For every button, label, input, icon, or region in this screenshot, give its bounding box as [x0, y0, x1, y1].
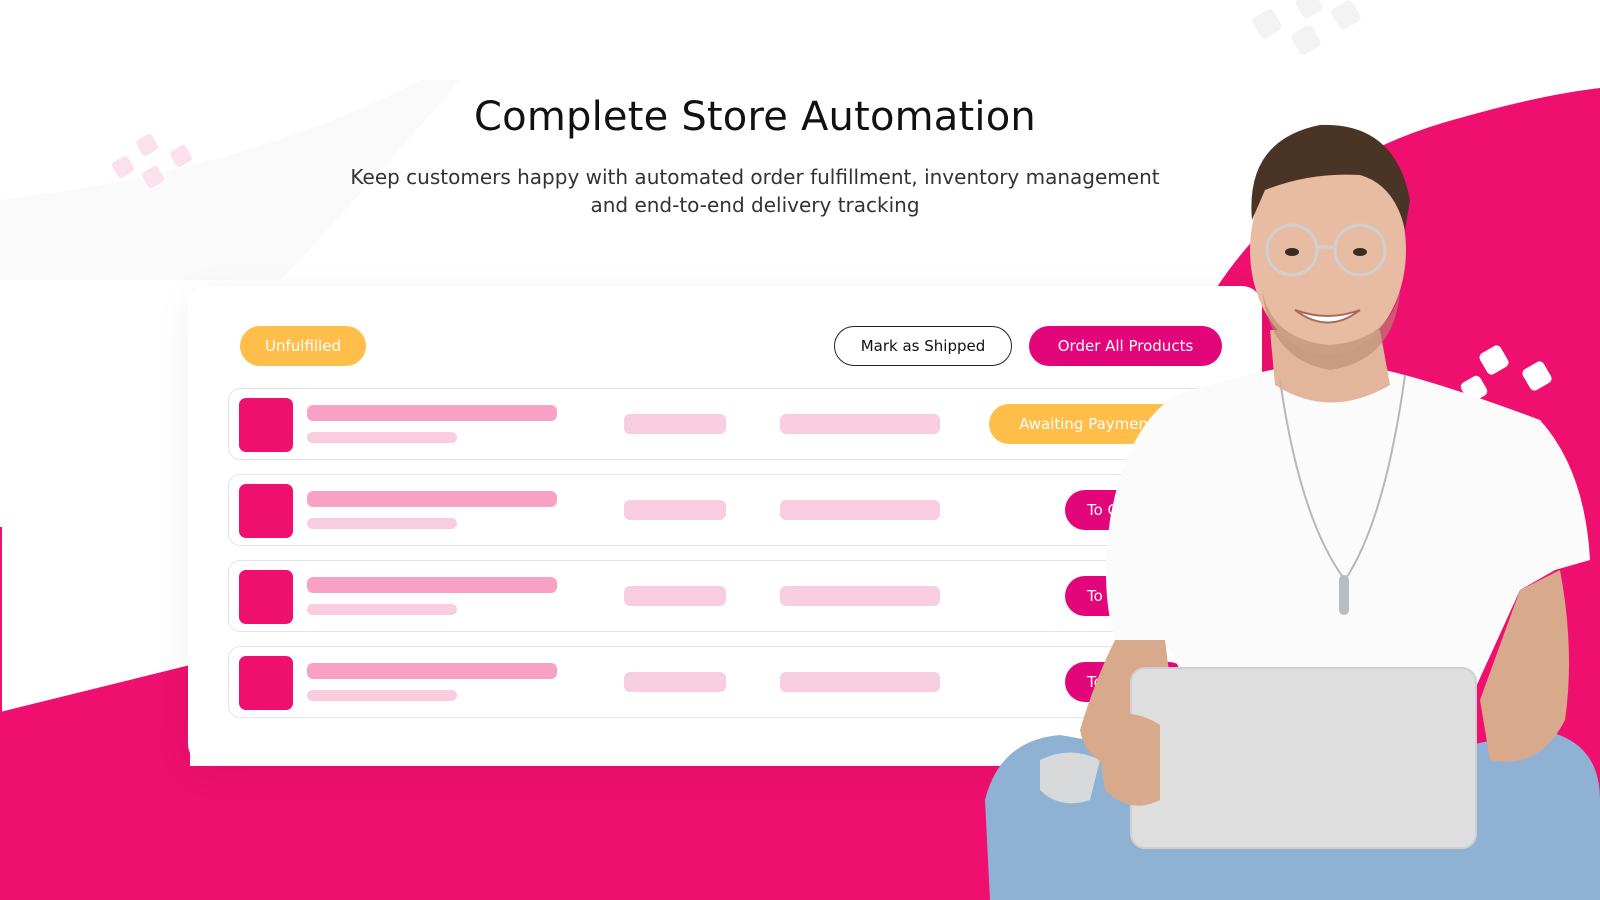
column-placeholder [624, 586, 726, 606]
column-placeholder [780, 672, 940, 692]
product-subtitle-placeholder [307, 604, 457, 615]
product-thumbnail [239, 570, 293, 624]
product-thumbnail [239, 398, 293, 452]
product-title-placeholder [307, 577, 557, 593]
product-title-placeholder [307, 405, 557, 421]
background-pink-edge [0, 527, 2, 717]
product-title-placeholder [307, 663, 557, 679]
product-subtitle-placeholder [307, 518, 457, 529]
product-subtitle-placeholder [307, 690, 457, 701]
laptop [1131, 668, 1476, 848]
dots-cluster-icon [1252, 0, 1361, 55]
product-thumbnail [239, 484, 293, 538]
pendant [1339, 575, 1349, 615]
column-placeholder [624, 414, 726, 434]
person-with-laptop-illustration [985, 124, 1600, 900]
column-placeholder [624, 672, 726, 692]
product-thumbnail [239, 656, 293, 710]
product-title-placeholder [307, 491, 557, 507]
column-placeholder [780, 586, 940, 606]
column-placeholder [780, 500, 940, 520]
product-subtitle-placeholder [307, 432, 457, 443]
column-placeholder [624, 500, 726, 520]
column-placeholder [780, 414, 940, 434]
unfulfilled-filter-badge[interactable]: Unfulfilled [240, 326, 366, 366]
